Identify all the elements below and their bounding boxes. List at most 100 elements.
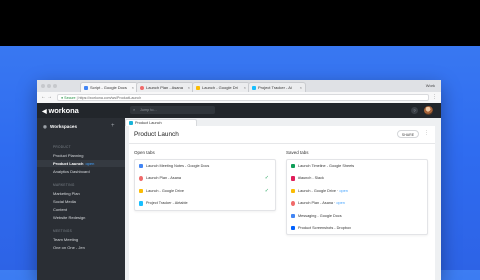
sidebar-item-team-meeting[interactable]: Team Meeting bbox=[53, 237, 78, 242]
list-item[interactable]: Launch Timeline - Google Sheets bbox=[287, 160, 427, 172]
list-item-label: Launch Timeline - Google Sheets bbox=[298, 164, 355, 168]
share-button[interactable]: SHARE bbox=[397, 130, 419, 138]
sidebar-item-social-media[interactable]: Social Media bbox=[53, 199, 76, 204]
docs-icon bbox=[139, 164, 143, 169]
divider bbox=[129, 143, 435, 144]
list-item[interactable]: Project Tracker - Airtable bbox=[135, 197, 275, 209]
maximize-window-dot[interactable] bbox=[53, 84, 57, 88]
sidebar-item-label: Product Launch bbox=[53, 161, 84, 166]
list-item[interactable]: #launch - Slack bbox=[287, 172, 427, 184]
list-item-label: Launch Plan - Asana bbox=[146, 176, 182, 181]
search-icon: ⌕ bbox=[133, 107, 136, 112]
page-title: Product Launch bbox=[134, 131, 179, 138]
lock-icon: ● bbox=[61, 96, 64, 100]
saved-tabs-list: Launch Timeline - Google Sheets #launch … bbox=[286, 159, 428, 236]
workona-tab-icon bbox=[129, 121, 133, 125]
sidebar-item-content[interactable]: Content bbox=[53, 207, 67, 212]
list-item-label: Launch Meeting Notes - Google Docs bbox=[146, 164, 210, 168]
main-content: Product Launch Product Launch SHARE ⋮ Op… bbox=[125, 118, 441, 280]
browser-tab[interactable]: Project Tracker - Ai × bbox=[248, 82, 306, 92]
browser-tab-label: Launch - Google Dri bbox=[202, 85, 238, 90]
list-item-label: Launch - Google Drive bbox=[146, 188, 184, 193]
list-item-label: Messaging - Google Docs bbox=[298, 213, 342, 218]
back-arrow-icon[interactable]: ← bbox=[41, 94, 46, 100]
browser-tab-strip: Script - Google Docs × Launch Plan - Asan… bbox=[37, 80, 441, 92]
list-item[interactable]: Launch Plan - Asana ✓ bbox=[135, 172, 275, 184]
asana-icon bbox=[140, 86, 144, 90]
workona-logo[interactable]: ◀ workona bbox=[42, 106, 79, 115]
workona-logo-icon: ◀ bbox=[42, 109, 47, 115]
browser-tab[interactable]: Script - Google Docs × bbox=[80, 82, 138, 92]
browser-tab-label: Project Tracker - Ai bbox=[258, 85, 292, 90]
sidebar: ◉ Workspaces + PRODUCT Product Planning P… bbox=[37, 118, 125, 280]
workspaces-header[interactable]: ◉ Workspaces bbox=[43, 124, 77, 130]
list-item[interactable]: Messaging - Google Docs bbox=[287, 210, 427, 222]
browser-profile-label[interactable]: Work bbox=[426, 82, 435, 90]
saved-tabs-heading: Saved tabs bbox=[286, 150, 309, 155]
workspace-tab[interactable]: Product Launch bbox=[125, 119, 197, 126]
list-item[interactable]: Product Screenshots - Dropbox bbox=[287, 222, 427, 234]
browser-menu-icon[interactable]: ⋮ bbox=[432, 94, 437, 100]
sidebar-item-marketing-plan[interactable]: Marketing Plan bbox=[53, 191, 80, 196]
sidebar-section-label: MEETINGS bbox=[53, 229, 73, 233]
browser-tab[interactable]: Launch - Google Dri × bbox=[192, 82, 250, 92]
drive-icon bbox=[196, 86, 200, 90]
sidebar-item-analytics-dashboard[interactable]: Analytics Dashboard bbox=[53, 169, 90, 174]
close-tab-icon[interactable]: × bbox=[300, 83, 302, 92]
drive-icon bbox=[291, 188, 295, 194]
sidebar-item-product-launch[interactable]: Product Launch open bbox=[53, 161, 94, 166]
dropbox-icon bbox=[291, 225, 295, 231]
list-item-label: Project Tracker - Airtable bbox=[146, 201, 188, 206]
slack-icon bbox=[291, 176, 295, 181]
more-options-icon[interactable]: ⋮ bbox=[424, 130, 429, 136]
list-item[interactable]: Launch - Google Drive · open bbox=[287, 185, 427, 197]
add-workspace-icon[interactable]: + bbox=[111, 123, 115, 129]
list-item[interactable]: Launch - Google Drive ✓ bbox=[135, 185, 275, 197]
window-controls[interactable] bbox=[41, 84, 57, 88]
list-item-label: Product Screenshots - Dropbox bbox=[298, 225, 351, 230]
asana-icon bbox=[139, 176, 143, 181]
open-badge: open bbox=[339, 188, 348, 193]
list-item[interactable]: Launch Meeting Notes - Google Docs bbox=[135, 160, 275, 172]
avatar[interactable] bbox=[424, 106, 433, 115]
list-item-label: Launch - Google Drive bbox=[298, 188, 336, 193]
close-tab-icon[interactable]: × bbox=[244, 83, 246, 92]
close-tab-icon[interactable]: × bbox=[132, 83, 134, 92]
browser-tab-label: Launch Plan - Asana bbox=[146, 85, 183, 90]
list-item-label: Launch Plan - Asana bbox=[298, 201, 334, 206]
sidebar-section-label: PRODUCT bbox=[53, 145, 71, 149]
sidebar-section-label: MARKETING bbox=[53, 183, 75, 187]
app-header: ◀ workona ⌕ Jump to... ? bbox=[37, 103, 441, 118]
sidebar-item-website-redesign[interactable]: Website Redesign bbox=[53, 215, 85, 220]
open-tabs-list: Launch Meeting Notes - Google Docs Launc… bbox=[134, 159, 276, 211]
workspace-tab-label: Product Launch bbox=[135, 121, 162, 125]
sidebar-item-one-on-one[interactable]: One on One - Jen bbox=[53, 245, 85, 250]
workona-logo-text: workona bbox=[48, 106, 79, 115]
list-item[interactable]: Launch Plan - Asana · open bbox=[287, 197, 427, 209]
open-badge: open bbox=[85, 161, 95, 166]
asana-icon bbox=[291, 201, 295, 206]
drive-icon bbox=[139, 188, 143, 194]
list-item-label: #launch - Slack bbox=[298, 176, 324, 181]
close-window-dot[interactable] bbox=[41, 84, 45, 88]
top-black-band bbox=[0, 0, 480, 46]
browser-tab[interactable]: Launch Plan - Asana × bbox=[136, 82, 194, 92]
docs-icon bbox=[84, 86, 88, 90]
help-button[interactable]: ? bbox=[411, 107, 418, 114]
docs-icon bbox=[291, 213, 295, 218]
forward-arrow-icon[interactable]: → bbox=[47, 94, 52, 100]
minimize-window-dot[interactable] bbox=[47, 84, 51, 88]
airtable-icon bbox=[139, 201, 143, 206]
browser-tab-label: Script - Google Docs bbox=[90, 85, 127, 90]
jump-to-search-input[interactable]: ⌕ Jump to... bbox=[130, 106, 215, 114]
open-badge: open bbox=[336, 201, 345, 206]
checkmark-icon: ✓ bbox=[264, 175, 269, 182]
url-input[interactable]: ● Secure | https://workona.com/ws/Produc… bbox=[57, 94, 429, 101]
sidebar-item-product-planning[interactable]: Product Planning bbox=[53, 153, 83, 158]
url-text: https://workona.com/ws/ProductLaunch bbox=[78, 96, 142, 100]
workspaces-label: Workspaces bbox=[50, 124, 77, 129]
close-tab-icon[interactable]: × bbox=[188, 83, 190, 92]
search-placeholder: Jump to... bbox=[140, 108, 157, 112]
airtable-icon bbox=[252, 86, 256, 90]
checkmark-icon: ✓ bbox=[264, 187, 269, 194]
